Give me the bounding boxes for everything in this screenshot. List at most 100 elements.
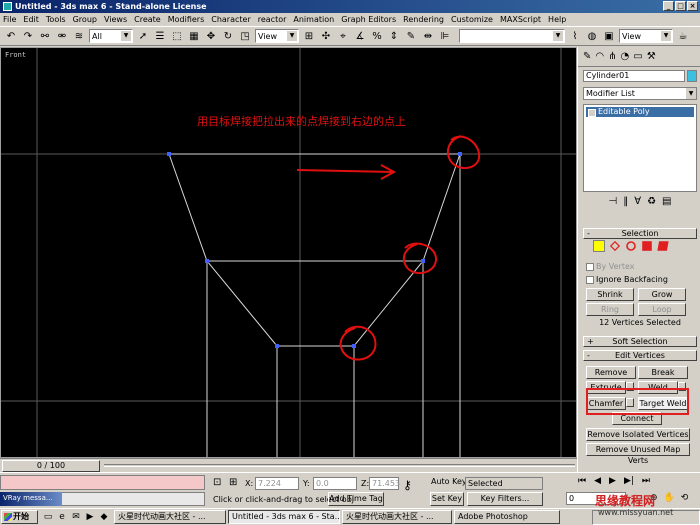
time-slider-thumb[interactable]: 0 / 100: [2, 460, 100, 472]
max-icon[interactable]: ◆: [98, 511, 110, 523]
ignore-backfacing-checkbox[interactable]: Ignore Backfacing: [586, 275, 668, 284]
move-icon[interactable]: ✥: [204, 29, 218, 43]
menu-modifiers[interactable]: Modifiers: [168, 15, 205, 24]
render-scene-icon[interactable]: ▣: [602, 29, 616, 43]
vray-message-window[interactable]: VRay messa...: [0, 492, 62, 506]
display-tab-icon[interactable]: ▭: [633, 51, 642, 62]
key-filters-button[interactable]: Key Filters...: [467, 492, 543, 506]
grow-button[interactable]: Grow: [638, 288, 686, 301]
create-tab-icon[interactable]: ✎: [583, 51, 591, 62]
modify-tab-icon[interactable]: ◠: [595, 51, 604, 62]
y-coord-field[interactable]: 0.0: [313, 477, 357, 490]
link-icon[interactable]: ⚯: [38, 29, 52, 43]
menu-reactor[interactable]: reactor: [258, 15, 287, 24]
task-browser-2[interactable]: 火星时代动画大社区 - ...: [342, 510, 452, 524]
by-vertex-checkbox[interactable]: By Vertex: [586, 262, 634, 271]
show-end-result-icon[interactable]: ‖: [623, 196, 628, 210]
break-button[interactable]: Break: [638, 366, 688, 379]
curve-editor-icon[interactable]: ⌇: [568, 29, 582, 43]
add-time-tag-button[interactable]: Add Time Tag: [328, 492, 384, 506]
element-mode-icon[interactable]: [657, 241, 669, 251]
loop-button[interactable]: Loop: [638, 303, 686, 316]
next-frame-icon[interactable]: ▶|: [624, 476, 634, 486]
menu-help[interactable]: Help: [548, 15, 566, 24]
menu-customize[interactable]: Customize: [451, 15, 493, 24]
previous-frame-icon[interactable]: ◀: [594, 476, 601, 486]
object-color-swatch[interactable]: [687, 70, 697, 82]
play-icon[interactable]: ▶: [609, 476, 616, 486]
task-photoshop[interactable]: Adobe Photoshop: [454, 510, 560, 524]
menu-group[interactable]: Group: [73, 15, 97, 24]
window-crossing-icon[interactable]: ▦: [187, 29, 201, 43]
go-to-start-icon[interactable]: ⏮: [578, 476, 586, 486]
menu-tools[interactable]: Tools: [46, 15, 66, 24]
menu-maxscript[interactable]: MAXScript: [500, 15, 541, 24]
menu-file[interactable]: File: [3, 15, 16, 24]
media-icon[interactable]: ▶: [84, 511, 96, 523]
quick-render-icon[interactable]: ☕: [676, 29, 690, 43]
lock-selection-icon[interactable]: ⊡: [213, 477, 221, 488]
render-type-dropdown[interactable]: View ▼: [619, 29, 673, 43]
menu-edit[interactable]: Edit: [23, 15, 39, 24]
rollout-soft-selection[interactable]: + Soft Selection: [583, 336, 697, 347]
ring-button[interactable]: Ring: [586, 303, 634, 316]
percent-snap-icon[interactable]: %: [370, 29, 384, 43]
ie-icon[interactable]: e: [56, 511, 68, 523]
configure-sets-icon[interactable]: ▤: [662, 196, 671, 210]
shrink-button[interactable]: Shrink: [586, 288, 634, 301]
rollout-edit-vertices[interactable]: - Edit Vertices: [583, 350, 697, 361]
unlink-icon[interactable]: ⚮: [55, 29, 69, 43]
close-button[interactable]: ×: [687, 1, 698, 11]
menu-views[interactable]: Views: [104, 15, 127, 24]
object-name-field[interactable]: Cylinder01: [583, 70, 685, 82]
selection-filter-dropdown[interactable]: All ▼: [89, 29, 133, 43]
pivot-icon[interactable]: ⊞: [302, 29, 316, 43]
menu-animation[interactable]: Animation: [293, 15, 334, 24]
time-slider[interactable]: 0 / 100: [0, 458, 577, 472]
modifier-stack[interactable]: Editable Poly: [583, 104, 697, 192]
remove-modifier-icon[interactable]: ♻: [647, 196, 656, 210]
minimize-button[interactable]: _: [663, 1, 674, 11]
pan-icon[interactable]: ✋: [664, 493, 675, 503]
x-coord-field[interactable]: 7.224: [255, 477, 299, 490]
set-key-button[interactable]: Set Key: [430, 492, 464, 506]
menu-create[interactable]: Create: [134, 15, 161, 24]
menu-rendering[interactable]: Rendering: [403, 15, 444, 24]
named-selection-dropdown[interactable]: ▼: [459, 29, 565, 43]
polygon-mode-icon[interactable]: [642, 241, 652, 251]
rollout-selection[interactable]: - Selection: [583, 228, 697, 239]
maximize-button[interactable]: □: [675, 1, 686, 11]
edge-mode-icon[interactable]: [609, 240, 621, 252]
auto-key-button[interactable]: Auto Key: [431, 477, 467, 486]
align-icon[interactable]: ⊫: [438, 29, 452, 43]
stack-item-editable-poly[interactable]: Editable Poly: [586, 107, 694, 117]
select-by-name-icon[interactable]: ☰: [153, 29, 167, 43]
utilities-tab-icon[interactable]: ⚒: [647, 51, 656, 62]
maxscript-listener[interactable]: [0, 475, 205, 490]
menu-graph-editors[interactable]: Graph Editors: [341, 15, 396, 24]
viewport-front[interactable]: Front 用目标焊接把拉出来的点焊接到右边的点上: [0, 47, 577, 458]
spinner-snap-icon[interactable]: ⇕: [387, 29, 401, 43]
select-object-icon[interactable]: ➚: [136, 29, 150, 43]
redo-icon[interactable]: ↷: [21, 29, 35, 43]
make-unique-icon[interactable]: ∀: [634, 196, 641, 210]
modifier-list-dropdown[interactable]: Modifier List ▼: [583, 87, 697, 100]
task-3dsmax[interactable]: Untitled - 3ds max 6 - Sta...: [228, 510, 340, 524]
scale-icon[interactable]: ◳: [238, 29, 252, 43]
mirror-icon[interactable]: ⇹: [421, 29, 435, 43]
bind-space-warp-icon[interactable]: ≋: [72, 29, 86, 43]
rect-selection-icon[interactable]: ⬚: [170, 29, 184, 43]
outlook-icon[interactable]: ✉: [70, 511, 82, 523]
material-editor-icon[interactable]: ◍: [585, 29, 599, 43]
manipulate-icon[interactable]: ✣: [319, 29, 333, 43]
absolute-mode-icon[interactable]: ⊞: [229, 477, 237, 488]
z-coord-field[interactable]: 71.453: [369, 477, 400, 490]
arc-rotate-icon[interactable]: ⟲: [681, 493, 689, 503]
border-mode-icon[interactable]: [626, 241, 636, 251]
menu-character[interactable]: Character: [211, 15, 251, 24]
undo-icon[interactable]: ↶: [4, 29, 18, 43]
key-selection-dropdown[interactable]: Selected: [465, 477, 543, 490]
vertex-mode-icon[interactable]: [593, 240, 605, 252]
task-browser-1[interactable]: 火星时代动画大社区 - ...: [114, 510, 226, 524]
pin-stack-icon[interactable]: ⊣: [609, 196, 618, 210]
